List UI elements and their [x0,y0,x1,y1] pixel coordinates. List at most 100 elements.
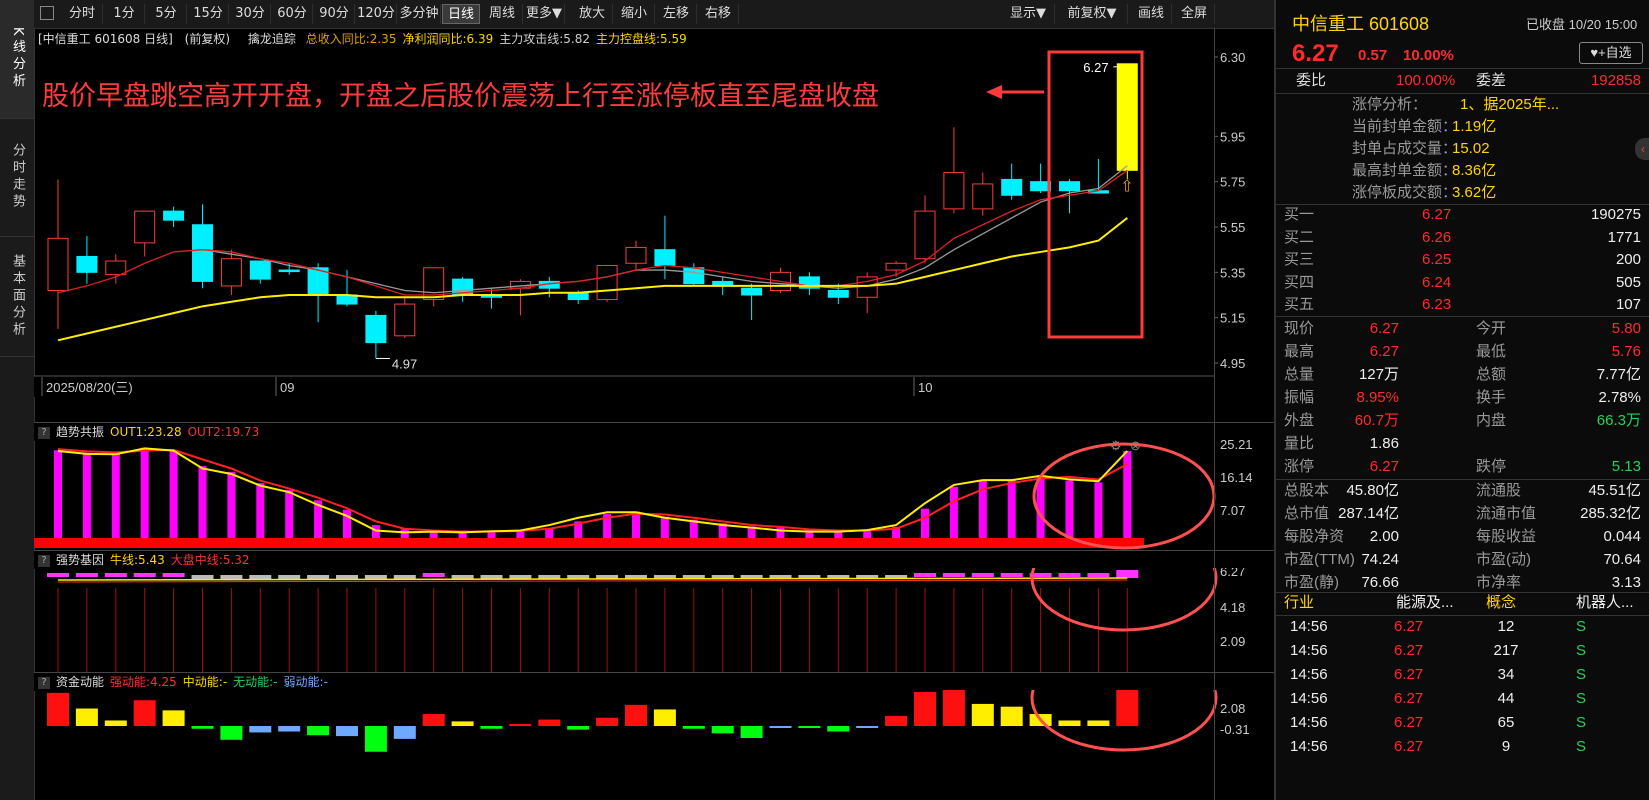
gene-bar[interactable] [249,575,272,579]
fullscreen-button[interactable]: 全屏 [1174,4,1215,24]
gene-bar[interactable] [133,573,156,577]
candle-body[interactable] [249,260,271,280]
gene-bar[interactable] [1087,573,1110,577]
tab-intraday[interactable]: 分时走势 [0,118,34,237]
candle-body[interactable] [1116,63,1138,171]
gene-bar[interactable] [191,575,214,579]
gene-bar[interactable] [162,573,185,577]
candle-body[interactable] [654,249,676,267]
candle-body[interactable] [741,287,763,296]
candle-body[interactable] [278,269,300,273]
momentum-bar[interactable] [47,692,69,726]
momentum-bar[interactable] [827,726,850,732]
momentum-bar[interactable] [711,726,734,734]
period-1[interactable]: 1分 [104,4,145,24]
period-8[interactable]: 多分钟 [398,4,441,24]
display-menu[interactable]: 显示▼ [1002,4,1055,24]
tab-kline[interactable]: K线分析 [0,0,34,119]
momentum-bar[interactable] [336,726,358,737]
resonance-bar[interactable] [227,471,236,538]
gene-bar[interactable] [451,575,474,579]
gene-bar[interactable] [278,575,301,579]
momentum-bar[interactable] [133,700,156,726]
indicator-name[interactable]: 擒龙追踪 [248,32,296,46]
candle-body[interactable] [220,258,242,287]
momentum-bar[interactable] [567,726,590,730]
help-icon[interactable]: ? [38,676,50,689]
candle-body[interactable] [914,210,936,260]
gene-bar[interactable] [1058,573,1081,577]
period-4[interactable]: 30分 [230,4,271,24]
resonance-bar[interactable] [285,490,294,538]
close-icon[interactable]: ⊗ [1130,440,1141,453]
candle-body[interactable] [47,237,69,291]
resonance-bar[interactable] [632,511,640,538]
pan-left-button[interactable]: 左移 [656,4,697,24]
gene-bar[interactable] [971,573,994,577]
zoom-in-button[interactable]: 放大 [572,4,613,24]
candle-body[interactable] [596,265,618,301]
momentum-bar[interactable] [625,704,647,726]
add-watchlist-button[interactable]: ♥+自选 [1579,42,1643,64]
momentum-bar[interactable] [1000,706,1023,726]
gene-bar[interactable] [220,575,243,579]
momentum-bar[interactable] [885,715,908,726]
momentum-bar[interactable] [249,726,272,733]
gene-bar[interactable] [942,573,965,577]
candle-body[interactable] [827,289,849,298]
momentum-bar[interactable] [740,726,763,738]
period-5[interactable]: 60分 [272,4,313,24]
gene-bar[interactable] [422,573,445,577]
momentum-bar[interactable] [1116,690,1139,726]
help-icon[interactable]: ? [38,426,50,439]
resonance-bar[interactable] [1007,480,1016,538]
tab-fundamental[interactable]: 基本面分析 [0,236,34,357]
momentum-bar[interactable] [422,714,445,726]
momentum-bar[interactable] [104,720,127,726]
resonance-bar[interactable] [1036,476,1045,538]
momentum-bar[interactable] [364,726,387,752]
candle-body[interactable] [885,262,907,271]
momentum-bar[interactable] [653,709,676,726]
candle-body[interactable] [134,210,156,244]
momentum-bar[interactable] [220,726,243,740]
gene-bar[interactable] [480,575,503,579]
resonance-bar[interactable] [54,450,62,538]
candle-body[interactable] [567,292,589,301]
candle-body[interactable] [972,183,994,210]
adjust-menu[interactable]: 前复权▼ [1057,4,1128,24]
resonance-bar[interactable] [776,527,785,538]
period-11[interactable]: 更多▼ [524,4,565,24]
momentum-bar[interactable] [1087,720,1110,726]
resonance-bar[interactable] [949,486,958,538]
candle-body[interactable] [625,246,647,264]
momentum-bar[interactable] [942,690,965,726]
candle-body[interactable] [163,210,185,221]
momentum-bar[interactable] [769,726,792,728]
momentum-bar[interactable] [682,726,705,729]
help-icon[interactable]: ? [38,554,50,567]
momentum-bar[interactable] [480,726,503,729]
candle-body[interactable] [76,255,98,273]
gear-icon[interactable]: ⚙ [1110,440,1122,453]
momentum-bar[interactable] [596,717,619,726]
momentum-bar[interactable] [393,726,416,739]
resonance-bar[interactable] [256,483,265,538]
momentum-bar[interactable] [914,691,936,726]
zoom-out-button[interactable]: 缩小 [614,4,655,24]
resonance-bar[interactable] [169,449,178,538]
period-10[interactable]: 周线 [482,4,523,24]
resonance-bar[interactable] [1094,482,1103,538]
resonance-bar[interactable] [82,452,91,538]
resonance-bar[interactable] [660,516,669,538]
momentum-bar[interactable] [509,724,532,726]
candle-body[interactable] [1059,181,1080,192]
candle-body[interactable] [394,303,416,337]
resonance-bar[interactable] [198,465,207,538]
resonance-bar[interactable] [921,508,929,538]
resonance-bar[interactable] [111,453,120,538]
candle-body[interactable] [105,260,127,276]
period-6[interactable]: 90分 [314,4,355,24]
draw-button[interactable]: 画线 [1131,4,1172,24]
trend-resonance-chart[interactable]: 25.21 16.14 7.07 ⚙ ⊗ [34,440,1274,550]
